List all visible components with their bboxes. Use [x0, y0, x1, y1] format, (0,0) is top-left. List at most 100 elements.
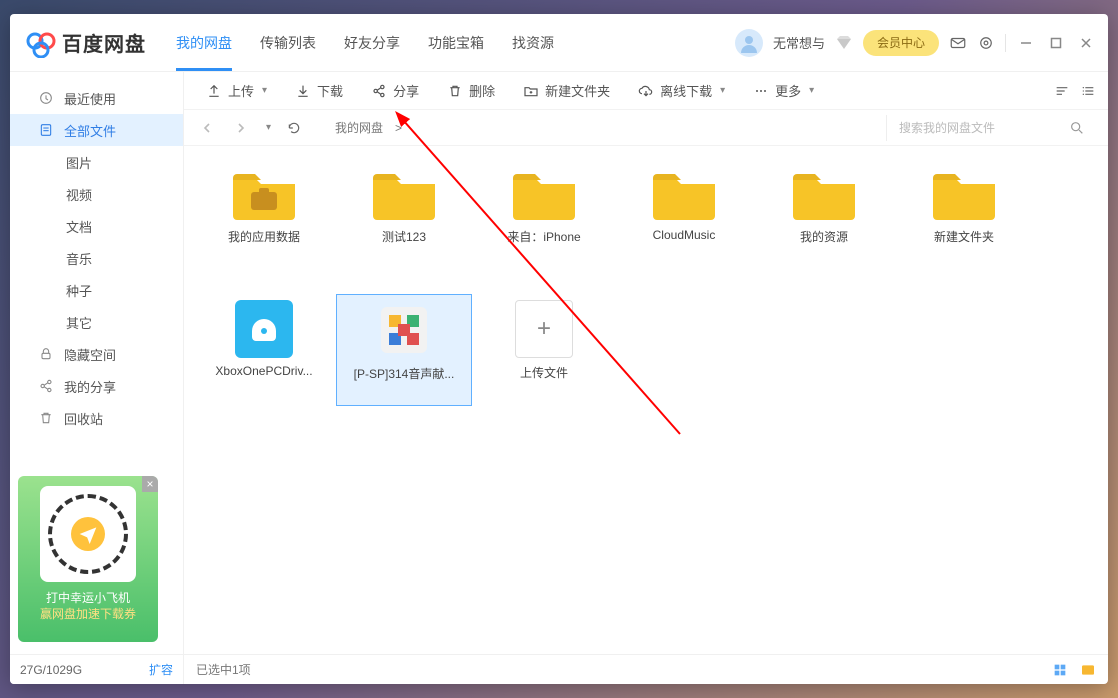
- qr-icon: [40, 486, 136, 582]
- promo-text: 打中幸运小飞机赢网盘加速下载券: [40, 590, 136, 622]
- view-switch: [1054, 83, 1096, 99]
- forward-button[interactable]: [230, 117, 252, 139]
- newfolder-icon: [523, 83, 539, 99]
- logo-icon: [26, 28, 56, 58]
- toolbar: 上传▾ 下载 分享 删除 新建文件夹 离线下载▾ 更多▾: [184, 72, 1108, 110]
- file-name: CloudMusic: [653, 228, 716, 242]
- file-item[interactable]: +上传文件: [476, 294, 612, 406]
- main-panel: 上传▾ 下载 分享 删除 新建文件夹 离线下载▾ 更多▾ ▾ 我的网盘 >: [184, 72, 1108, 684]
- more-button[interactable]: 更多▾: [743, 77, 824, 104]
- tab-resources[interactable]: 找资源: [512, 14, 554, 71]
- file-name: 上传文件: [520, 364, 568, 381]
- tab-mydisk[interactable]: 我的网盘: [176, 14, 232, 71]
- app-window: 百度网盘 我的网盘 传输列表 好友分享 功能宝箱 找资源 无常想与 会员中心 最…: [10, 14, 1108, 684]
- sidebar-item-myshare[interactable]: 我的分享: [10, 370, 183, 402]
- file-item[interactable]: 我的应用数据: [196, 162, 332, 274]
- search-icon[interactable]: [1069, 120, 1085, 136]
- sidebar-item-hidden[interactable]: 隐藏空间: [10, 338, 183, 370]
- download-icon: [295, 83, 311, 99]
- file-name: XboxOnePCDriv...: [215, 364, 312, 378]
- grid-view-icon[interactable]: [1052, 662, 1068, 678]
- file-item[interactable]: CloudMusic: [616, 162, 752, 274]
- sidebar-item-docs[interactable]: 文档: [10, 210, 183, 242]
- upload-button[interactable]: 上传▾: [196, 77, 277, 104]
- sidebar: 最近使用 全部文件 图片 视频 文档 音乐 种子 其它 隐藏空间 我的分享 回收…: [10, 72, 184, 684]
- expand-button[interactable]: 扩容: [149, 661, 173, 678]
- trash-icon: [38, 410, 54, 426]
- titlebar: 百度网盘 我的网盘 传输列表 好友分享 功能宝箱 找资源 无常想与 会员中心: [10, 14, 1108, 72]
- file-item[interactable]: 我的资源: [756, 162, 892, 274]
- file-item[interactable]: 新建文件夹: [896, 162, 1032, 274]
- trash-icon: [447, 83, 463, 99]
- file-name: [P-SP]314音声献...: [354, 365, 455, 382]
- sidebar-item-recent[interactable]: 最近使用: [10, 82, 183, 114]
- statusbar: 已选中1项: [184, 654, 1108, 684]
- titlebar-right: 无常想与 会员中心: [735, 29, 1096, 57]
- sidebar-item-trash[interactable]: 回收站: [10, 402, 183, 434]
- breadcrumb-sep: >: [395, 121, 402, 135]
- file-name: 新建文件夹: [934, 228, 994, 245]
- sort-icon[interactable]: [1054, 83, 1070, 99]
- sidebar-item-music[interactable]: 音乐: [10, 242, 183, 274]
- tab-transfer[interactable]: 传输列表: [260, 14, 316, 71]
- file-item[interactable]: 来自：iPhone: [476, 162, 612, 274]
- gear-icon[interactable]: [977, 34, 995, 52]
- download-button[interactable]: 下载: [285, 77, 353, 104]
- file-item[interactable]: [P-SP]314音声献...: [336, 294, 472, 406]
- upload-icon: [206, 83, 222, 99]
- close-button[interactable]: [1076, 33, 1096, 53]
- tab-toolbox[interactable]: 功能宝箱: [428, 14, 484, 71]
- file-name: 测试123: [382, 228, 426, 245]
- file-name: 我的资源: [800, 228, 848, 245]
- sidebar-item-videos[interactable]: 视频: [10, 178, 183, 210]
- app-logo: 百度网盘: [26, 28, 146, 58]
- share-icon: [371, 83, 387, 99]
- vip-button[interactable]: 会员中心: [863, 30, 939, 56]
- sidebar-item-images[interactable]: 图片: [10, 146, 183, 178]
- separator: [1005, 34, 1006, 52]
- sidebar-list: 最近使用 全部文件 图片 视频 文档 音乐 种子 其它 隐藏空间 我的分享 回收…: [10, 72, 183, 434]
- sidebar-item-allfiles[interactable]: 全部文件: [10, 114, 183, 146]
- file-icon: [38, 122, 54, 138]
- sidebar-item-seeds[interactable]: 种子: [10, 274, 183, 306]
- avatar[interactable]: [735, 29, 763, 57]
- promo-card[interactable]: × 打中幸运小飞机赢网盘加速下载券: [18, 476, 158, 642]
- tab-friendshare[interactable]: 好友分享: [344, 14, 400, 71]
- file-item[interactable]: 测试123: [336, 162, 472, 274]
- history-dropdown[interactable]: ▾: [266, 122, 271, 133]
- list-view-icon[interactable]: [1080, 83, 1096, 99]
- newfolder-button[interactable]: 新建文件夹: [513, 77, 620, 104]
- main-tabs: 我的网盘 传输列表 好友分享 功能宝箱 找资源: [176, 14, 735, 71]
- storage-used: 27G/1029G: [20, 663, 82, 677]
- body: 最近使用 全部文件 图片 视频 文档 音乐 种子 其它 隐藏空间 我的分享 回收…: [10, 72, 1108, 684]
- selection-status: 已选中1项: [196, 661, 251, 678]
- file-name: 来自：iPhone: [507, 228, 580, 245]
- search-box: [886, 115, 1096, 141]
- username[interactable]: 无常想与: [773, 33, 825, 52]
- delete-button[interactable]: 删除: [437, 77, 505, 104]
- thumb-view-icon[interactable]: [1080, 662, 1096, 678]
- breadcrumb-root[interactable]: 我的网盘: [335, 119, 383, 136]
- lock-icon: [38, 346, 54, 362]
- user-icon: [739, 33, 759, 53]
- mail-icon[interactable]: [949, 34, 967, 52]
- storage-bar: 27G/1029G 扩容: [10, 654, 183, 684]
- file-item[interactable]: XboxOnePCDriv...: [196, 294, 332, 406]
- more-icon: [753, 83, 769, 99]
- promo-close-button[interactable]: ×: [142, 476, 158, 492]
- search-input[interactable]: [899, 121, 1069, 135]
- file-name: 我的应用数据: [228, 228, 300, 245]
- clock-icon: [38, 90, 54, 106]
- share-icon: [38, 378, 54, 394]
- sidebar-item-other[interactable]: 其它: [10, 306, 183, 338]
- offline-button[interactable]: 离线下载▾: [628, 77, 735, 104]
- maximize-button[interactable]: [1046, 33, 1066, 53]
- file-grid[interactable]: 我的应用数据 测试123 来自：iPhone CloudMusic 我的资源 新建文件夹 X…: [184, 146, 1108, 654]
- refresh-button[interactable]: [283, 117, 305, 139]
- minimize-button[interactable]: [1016, 33, 1036, 53]
- pathbar: ▾ 我的网盘 >: [184, 110, 1108, 146]
- diamond-icon: [835, 34, 853, 52]
- plane-icon: [78, 524, 98, 544]
- back-button[interactable]: [196, 117, 218, 139]
- share-button[interactable]: 分享: [361, 77, 429, 104]
